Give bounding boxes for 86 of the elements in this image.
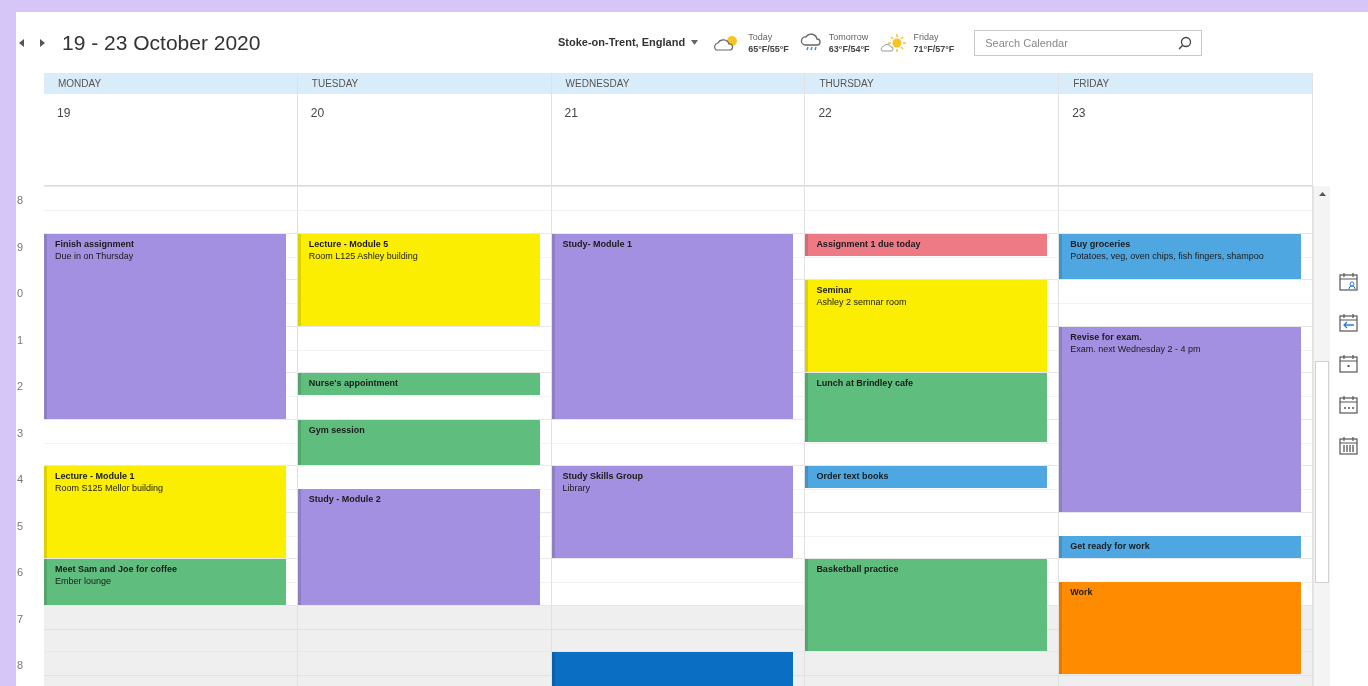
event-title: Study Skills Group — [562, 470, 645, 482]
calendar-grid-icon[interactable] — [1338, 435, 1360, 457]
day-number: 23 — [1072, 106, 1086, 120]
event-title: Revise for exam. — [1070, 330, 1143, 343]
hour-label: 3 — [17, 426, 24, 439]
day-name-header: MONDAY — [44, 73, 297, 94]
calendar-ellipsis-icon[interactable] — [1338, 394, 1360, 416]
event-note: Ashley 2 semnar room — [816, 296, 908, 308]
scroll-up-icon[interactable] — [1317, 190, 1327, 199]
day-name-header: TUESDAY — [297, 73, 551, 94]
search-field[interactable]: Search Calendar — [974, 29, 1203, 56]
caret-icon — [691, 40, 699, 45]
calendar-event[interactable]: Study Skills Group Library — [551, 466, 794, 558]
event-title: Study- Module 1 — [562, 237, 634, 250]
event-title: Buy groceries — [1070, 237, 1132, 250]
weather-temperature: 63°F/54°F — [828, 42, 870, 55]
calendar-event[interactable]: Gym session — [297, 419, 540, 465]
hour-label: 4 — [17, 473, 24, 485]
event-title: Lunch at Brindley cafe — [816, 377, 914, 389]
location-dropdown[interactable]: Stoke-on-Trent, England — [558, 34, 699, 51]
hour-label: 8 — [17, 194, 24, 206]
hour-label: 1 — [17, 333, 24, 346]
hour-label: 0 — [17, 287, 24, 299]
calendar-event[interactable]: Lunch at Brindley cafe — [805, 373, 1048, 442]
event-note: Ember lounge — [55, 575, 113, 587]
event-note: Room S125 Mellor building — [55, 482, 165, 494]
calendar-person-icon[interactable] — [1338, 271, 1360, 293]
hour-label: 8 — [17, 659, 24, 671]
event-title: Seminar — [816, 284, 853, 296]
event-note: Due in on Thursday — [55, 249, 135, 262]
event-note: Library — [562, 482, 592, 494]
event-title: Assignment 1 due today — [816, 237, 922, 250]
day-name-header: THURSDAY — [805, 73, 1059, 94]
sun-cloud-icon — [879, 32, 908, 53]
calendar-event[interactable]: Nurse's appointment — [297, 373, 540, 396]
weather-temperature: 65°F/55°F — [748, 42, 789, 55]
event-note: Room L125 Ashley building — [308, 249, 419, 262]
day-number: 22 — [818, 106, 832, 120]
scrollbar-thumb[interactable] — [1315, 361, 1329, 583]
hour-label: 5 — [17, 519, 24, 532]
next-icon[interactable] — [38, 37, 46, 48]
day-name-header: FRIDAY — [1059, 73, 1312, 94]
search-icon[interactable] — [1178, 35, 1193, 50]
event-title: Get ready for work — [1070, 539, 1151, 552]
weather-temperature: 71°F/57°F — [913, 42, 955, 55]
day-number: 21 — [564, 106, 578, 120]
event-title: Finish assignment — [55, 237, 135, 250]
event-title: Gym session — [308, 423, 366, 436]
event-title: Nurse's appointment — [308, 377, 399, 389]
calendar-event[interactable]: Work — [1059, 582, 1301, 675]
weather-day: Tomorrow — [828, 30, 870, 43]
calendar-event[interactable]: Study - Module 2 — [297, 489, 540, 605]
calendar-event[interactable]: Get ready for work — [1059, 535, 1301, 558]
day-number: 19 — [57, 106, 71, 120]
calendar-event[interactable]: Buy groceries Potatoes, veg, oven chips, fish fingers, shampoo — [1059, 233, 1301, 279]
hour-label: 2 — [17, 380, 24, 392]
weather-day: Friday — [913, 30, 955, 43]
event-note: Exam. next Wednesday 2 - 4 pm — [1070, 342, 1202, 355]
event-title: Study - Module 2 — [308, 493, 382, 506]
event-title: Lecture - Module 5 — [308, 237, 390, 250]
event-title: Meet Sam and Joe for coffee — [55, 563, 179, 575]
calendar-event[interactable]: Study- Module 1 — [551, 233, 794, 419]
day-name-header: WEDNESDAY — [551, 73, 805, 94]
calendar-event[interactable]: Finish assignment Due in on Thursday — [44, 233, 286, 419]
previous-icon[interactable] — [18, 37, 26, 48]
calendar-event[interactable]: Revise for exam. Exam. next Wednesday 2 - 4 pm — [1059, 326, 1301, 512]
date-range-title: 19 - 23 October 2020 — [62, 29, 261, 56]
day-number: 20 — [310, 106, 325, 120]
calendar-event[interactable]: Meet Sam and Joe for coffee Ember lounge — [44, 559, 286, 605]
calendar-event[interactable]: Lecture - Module 5 Room L125 Ashley building — [297, 233, 540, 326]
calendar-event[interactable]: Basketball practice — [805, 559, 1048, 651]
rain-cloud-icon — [798, 32, 823, 53]
calendar-event[interactable]: Assignment 1 due today — [805, 233, 1048, 256]
hour-label: 7 — [17, 612, 24, 625]
hour-label: 9 — [17, 240, 24, 253]
calendar-event[interactable]: Seminar Ashley 2 semnar room — [805, 280, 1048, 372]
event-title: Order text books — [816, 470, 890, 482]
scrollbar[interactable] — [1313, 186, 1330, 686]
event-title: Work — [1070, 586, 1094, 599]
event-title: Lecture - Module 1 — [55, 470, 136, 482]
hour-label: 6 — [17, 566, 24, 578]
calendar-event[interactable]: Lecture - Module 1 Room S125 Mellor building — [44, 466, 286, 558]
event-title: Basketball practice — [816, 563, 900, 575]
weather-day: Today — [748, 30, 789, 43]
event-note: Potatoes, veg, oven chips, fish fingers, shampoo — [1070, 249, 1265, 262]
calendar-event[interactable]: Order text books — [805, 466, 1048, 489]
